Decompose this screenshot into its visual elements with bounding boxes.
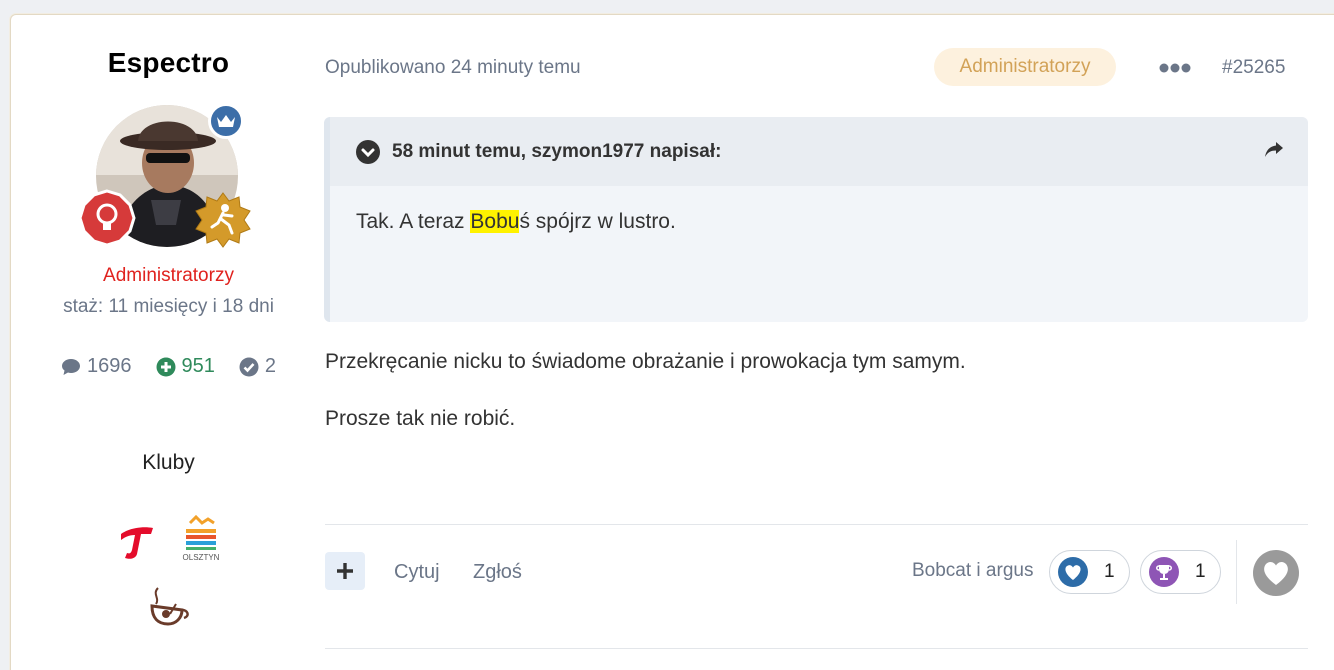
plus-circle-icon bbox=[156, 357, 175, 376]
reacted-by-text[interactable]: Bobcat i argus bbox=[912, 560, 1033, 582]
divider bbox=[325, 524, 1308, 525]
more-options-button[interactable] bbox=[1157, 51, 1193, 85]
achievement-count[interactable]: 2 bbox=[239, 355, 276, 378]
reputation-count[interactable]: 951 bbox=[156, 355, 215, 378]
author-group: Administratorzy bbox=[103, 265, 234, 286]
post-published-date[interactable]: Opublikowano 24 minuty temu bbox=[325, 57, 581, 79]
share-icon[interactable] bbox=[1264, 141, 1284, 159]
post-paragraph: Prosze tak nie robić. bbox=[325, 407, 516, 430]
post-count-value: 1696 bbox=[87, 355, 132, 377]
post-count[interactable]: 1696 bbox=[61, 355, 132, 378]
reaction-heart[interactable]: 1 bbox=[1049, 550, 1130, 594]
quote-body: Tak. A teraz Bobuś spójrz w lustro. bbox=[330, 186, 1308, 258]
reputation-value: 951 bbox=[181, 355, 215, 377]
trophy-icon bbox=[1149, 557, 1179, 587]
clubs-title: Kluby bbox=[142, 451, 195, 474]
reaction-trophy[interactable]: 1 bbox=[1140, 550, 1221, 594]
quote-button[interactable]: Cytuj bbox=[394, 561, 440, 584]
reaction-trophy-count: 1 bbox=[1195, 561, 1206, 582]
reaction-separator bbox=[1236, 540, 1237, 604]
quote-text-before: Tak. A teraz bbox=[356, 210, 471, 233]
heart-icon bbox=[1058, 557, 1088, 587]
heart-outline-icon bbox=[1264, 562, 1288, 585]
club-olsztyn-logo-text: OLSZTYN bbox=[183, 553, 220, 562]
quote-text-after: ś spójrz w lustro. bbox=[519, 210, 676, 233]
club-olsztyn-logo[interactable]: OLSZTYN bbox=[176, 514, 226, 562]
lightbulb-award-icon[interactable] bbox=[78, 189, 136, 247]
check-badge-icon bbox=[239, 357, 259, 376]
club-coffee-logo[interactable] bbox=[144, 580, 194, 626]
ellipsis-icon bbox=[1159, 63, 1191, 73]
author-avatar-wrap bbox=[78, 103, 251, 248]
post-number-link[interactable]: #25265 bbox=[1222, 57, 1285, 79]
crown-icon bbox=[208, 103, 244, 139]
comment-icon bbox=[62, 358, 80, 375]
reaction-heart-count: 1 bbox=[1104, 561, 1115, 582]
report-button[interactable]: Zgłoś bbox=[473, 561, 522, 584]
plus-icon bbox=[337, 563, 353, 579]
quote-header-text: 58 minut temu, szymon1977 napisał: bbox=[392, 140, 722, 162]
chevron-down-circle-icon[interactable] bbox=[356, 139, 380, 164]
quote-header[interactable]: 58 minut temu, szymon1977 napisał: bbox=[330, 117, 1308, 186]
react-button[interactable] bbox=[1253, 550, 1299, 596]
multiquote-button[interactable] bbox=[325, 552, 365, 590]
author-tenure: staż: 11 miesięcy i 18 dni bbox=[63, 296, 274, 317]
achievement-value: 2 bbox=[264, 355, 276, 377]
quote-text-highlight: Bobu bbox=[470, 210, 520, 233]
divider bbox=[325, 648, 1308, 649]
post-paragraph: Przekręcanie nicku to świadome obrażanie… bbox=[325, 350, 966, 373]
gold-runner-award-icon[interactable] bbox=[194, 191, 252, 249]
quote-block: 58 minut temu, szymon1977 napisał: Tak. … bbox=[324, 117, 1308, 322]
forum-post: Espectro Administratorzy staż: 11 miesię… bbox=[10, 14, 1334, 670]
group-badge: Administratorzy bbox=[934, 48, 1116, 86]
author-name[interactable]: Espectro bbox=[11, 47, 326, 79]
club-t-logo[interactable] bbox=[111, 520, 161, 566]
author-stats: 1696 951 2 bbox=[11, 355, 326, 378]
